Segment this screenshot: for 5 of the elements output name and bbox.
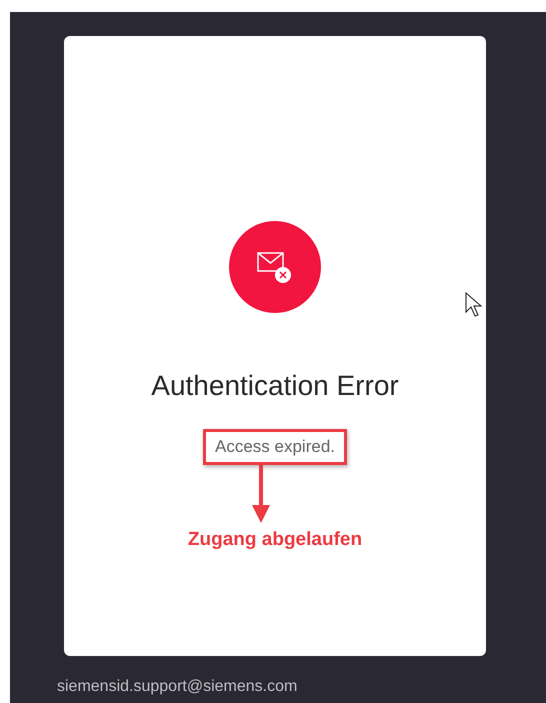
error-message: Access expired. (215, 436, 335, 456)
error-title: Authentication Error (151, 369, 399, 403)
annotation-label: Zugang abgelaufen (188, 528, 362, 551)
mouse-pointer-icon (466, 292, 482, 317)
support-email: siemensid.support@siemens.com (57, 678, 298, 696)
